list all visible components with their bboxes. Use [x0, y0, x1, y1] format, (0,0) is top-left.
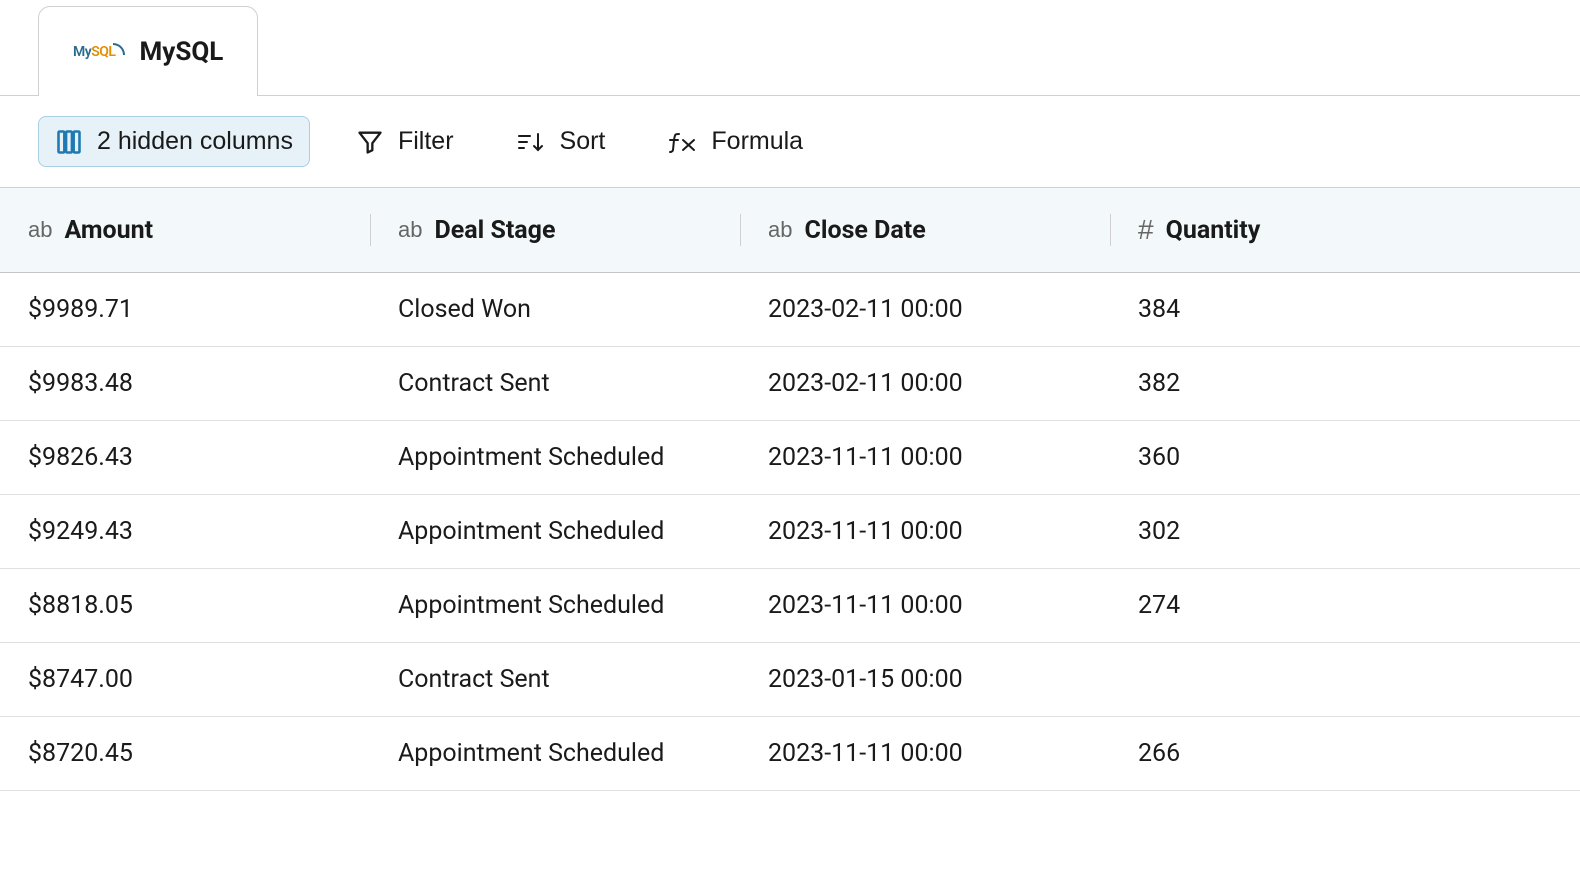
filter-button[interactable]: Filter — [340, 117, 470, 166]
table-row[interactable]: $8720.45Appointment Scheduled2023-11-11 … — [0, 717, 1580, 791]
cell-amount: $9249.43 — [0, 495, 370, 568]
cell-close-date: 2023-02-11 00:00 — [740, 347, 1110, 420]
sort-label: Sort — [560, 127, 606, 156]
cell-amount: $8720.45 — [0, 717, 370, 790]
cell-close-date: 2023-11-11 00:00 — [740, 495, 1110, 568]
cell-close-date: 2023-11-11 00:00 — [740, 421, 1110, 494]
hidden-columns-label: 2 hidden columns — [97, 127, 293, 156]
cell-amount: $9983.48 — [0, 347, 370, 420]
table-row[interactable]: $9983.48Contract Sent2023-02-11 00:00382 — [0, 347, 1580, 421]
table-row[interactable]: $9826.43Appointment Scheduled2023-11-11 … — [0, 421, 1580, 495]
cell-amount: $8747.00 — [0, 643, 370, 716]
cell-amount: $8818.05 — [0, 569, 370, 642]
column-header-deal-stage[interactable]: ab Deal Stage — [370, 188, 740, 272]
table-row[interactable]: $8747.00Contract Sent2023-01-15 00:00 — [0, 643, 1580, 717]
table-row[interactable]: $8818.05Appointment Scheduled2023-11-11 … — [0, 569, 1580, 643]
text-type-icon: ab — [398, 217, 422, 243]
cell-deal-stage: Contract Sent — [370, 347, 740, 420]
cell-amount: $9989.71 — [0, 273, 370, 346]
cell-quantity: 360 — [1110, 421, 1580, 494]
cell-quantity: 266 — [1110, 717, 1580, 790]
cell-quantity: 382 — [1110, 347, 1580, 420]
text-type-icon: ab — [28, 217, 52, 243]
cell-quantity: 302 — [1110, 495, 1580, 568]
text-type-icon: ab — [768, 217, 792, 243]
cell-deal-stage: Closed Won — [370, 273, 740, 346]
filter-icon — [356, 128, 384, 156]
column-label: Deal Stage — [434, 216, 555, 245]
tab-mysql[interactable]: MySQL MySQL — [38, 6, 258, 96]
table-row[interactable]: $9249.43Appointment Scheduled2023-11-11 … — [0, 495, 1580, 569]
mysql-logo-icon: MySQL — [73, 43, 125, 61]
column-label: Quantity — [1166, 216, 1261, 245]
cell-quantity: 384 — [1110, 273, 1580, 346]
cell-deal-stage: Appointment Scheduled — [370, 421, 740, 494]
hidden-columns-button[interactable]: 2 hidden columns — [38, 116, 310, 167]
column-header-amount[interactable]: ab Amount — [0, 188, 370, 272]
cell-deal-stage: Appointment Scheduled — [370, 495, 740, 568]
cell-deal-stage: Appointment Scheduled — [370, 569, 740, 642]
table-row[interactable]: $9989.71Closed Won2023-02-11 00:00384 — [0, 273, 1580, 347]
cell-close-date: 2023-02-11 00:00 — [740, 273, 1110, 346]
number-type-icon: # — [1138, 214, 1154, 246]
column-header-quantity[interactable]: # Quantity — [1110, 188, 1580, 272]
cell-quantity — [1110, 643, 1580, 716]
cell-close-date: 2023-01-15 00:00 — [740, 643, 1110, 716]
formula-label: Formula — [711, 127, 803, 156]
cell-amount: $9826.43 — [0, 421, 370, 494]
table-header: ab Amount ab Deal Stage ab Close Date # … — [0, 188, 1580, 273]
columns-icon — [55, 128, 83, 156]
formula-icon — [667, 128, 697, 156]
cell-deal-stage: Appointment Scheduled — [370, 717, 740, 790]
column-label: Amount — [64, 216, 153, 245]
sort-button[interactable]: Sort — [500, 117, 622, 166]
cell-close-date: 2023-11-11 00:00 — [740, 717, 1110, 790]
cell-quantity: 274 — [1110, 569, 1580, 642]
cell-deal-stage: Contract Sent — [370, 643, 740, 716]
toolbar: 2 hidden columns Filter Sort — [0, 96, 1580, 188]
cell-close-date: 2023-11-11 00:00 — [740, 569, 1110, 642]
filter-label: Filter — [398, 127, 454, 156]
data-table: ab Amount ab Deal Stage ab Close Date # … — [0, 188, 1580, 791]
formula-button[interactable]: Formula — [651, 117, 819, 166]
column-header-close-date[interactable]: ab Close Date — [740, 188, 1110, 272]
sort-icon — [516, 128, 546, 156]
tab-label: MySQL — [139, 37, 223, 67]
column-label: Close Date — [804, 216, 925, 245]
tab-bar: MySQL MySQL — [0, 0, 1580, 96]
